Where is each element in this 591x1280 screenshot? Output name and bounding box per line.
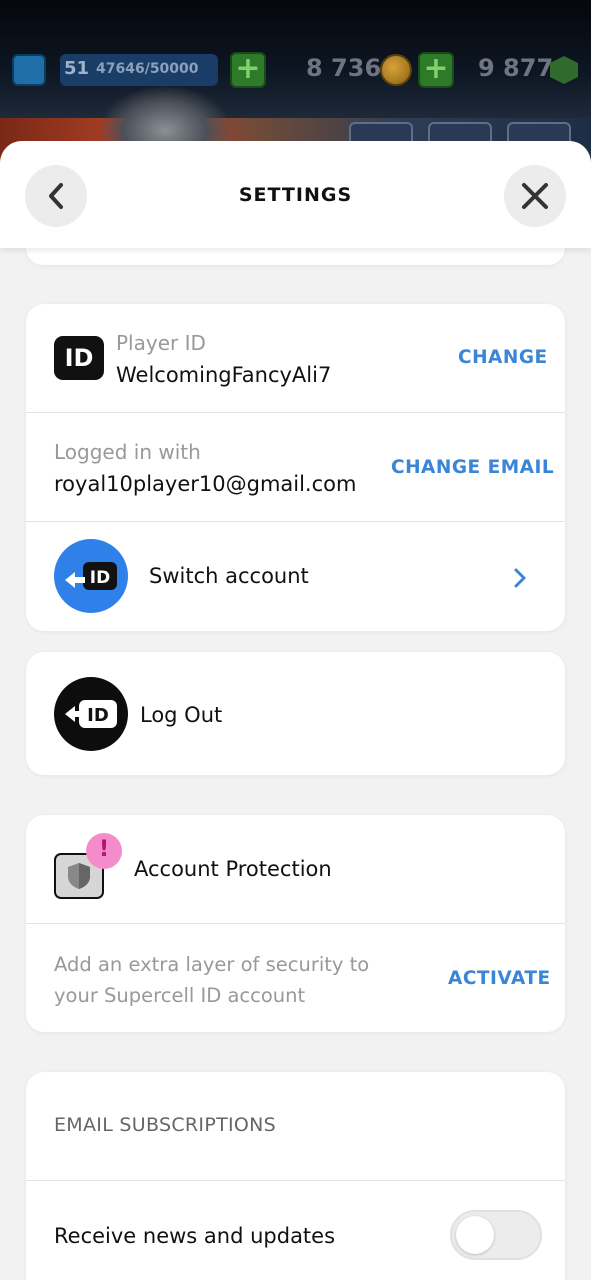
switch-account-icon: ID — [54, 539, 128, 613]
toggle-knob — [456, 1216, 494, 1254]
add-xp-plus-icon: + — [230, 52, 266, 88]
email-subscriptions-card: EMAIL SUBSCRIPTIONS Receive news and upd… — [26, 1072, 565, 1280]
logout-icon: ID — [54, 677, 128, 751]
news-updates-toggle[interactable] — [450, 1210, 542, 1260]
change-email-button[interactable]: CHANGE EMAIL — [391, 457, 554, 478]
protection-description-line2: your Supercell ID account — [54, 984, 306, 1007]
news-updates-label: Receive news and updates — [54, 1224, 336, 1248]
activate-button[interactable]: ACTIVATE — [448, 968, 551, 989]
news-updates-row: Receive news and updates — [26, 1181, 565, 1280]
switch-arrows-icon: ID — [65, 562, 117, 590]
account-card: ID Player ID WelcomingFancyAli7 CHANGE L… — [26, 304, 565, 631]
warning-badge: ! — [86, 833, 122, 869]
supercell-id-icon: ID — [54, 336, 104, 380]
account-protection-title: Account Protection — [134, 857, 332, 881]
settings-sheet: SETTINGS ID Player ID WelcomingFancyAli7… — [0, 141, 591, 1280]
email-subscriptions-heading: EMAIL SUBSCRIPTIONS — [54, 1114, 277, 1136]
logout-label: Log Out — [140, 703, 223, 727]
switch-account-row[interactable]: ID Switch account — [26, 522, 565, 631]
close-icon — [522, 183, 548, 209]
gems-amount: 9 877 — [478, 54, 554, 82]
xp-value: 47646/50000 — [96, 61, 199, 77]
player-id-label: Player ID — [116, 331, 206, 355]
page-title: SETTINGS — [238, 184, 353, 206]
gold-amount: 8 736 — [306, 54, 382, 82]
gold-coin-icon — [380, 54, 412, 86]
login-email-row: Logged in with royal10player10@gmail.com… — [26, 413, 565, 521]
login-email-value: royal10player10@gmail.com — [54, 472, 357, 496]
settings-header: SETTINGS — [0, 141, 591, 248]
xp-star-icon — [12, 54, 46, 86]
player-id-value: WelcomingFancyAli7 — [116, 363, 332, 387]
svg-text:ID: ID — [87, 705, 109, 726]
gem-icon — [550, 56, 578, 84]
protection-description-line1: Add an extra layer of security to — [54, 953, 370, 976]
add-gold-plus-icon: + — [418, 52, 454, 88]
account-protection-card: ! Account Protection Add an extra layer … — [26, 815, 565, 1032]
level-bar: 51 47646/50000 — [60, 54, 218, 86]
protection-title-row: ! Account Protection — [26, 815, 565, 923]
close-button[interactable] — [504, 165, 566, 227]
svg-text:ID: ID — [90, 568, 110, 588]
switch-account-label: Switch account — [149, 564, 309, 588]
logout-arrow-icon: ID — [65, 700, 117, 728]
game-hud: 51 47646/50000 + 8 736 + 9 877 — [0, 50, 591, 92]
chevron-right-icon — [514, 568, 526, 588]
logout-card[interactable]: ID Log Out — [26, 652, 565, 775]
level-value: 51 — [64, 58, 90, 79]
game-background: 51 47646/50000 + 8 736 + 9 877 — [0, 0, 591, 160]
logged-in-label: Logged in with — [54, 440, 201, 464]
protection-activate-row: Add an extra layer of security to your S… — [26, 924, 565, 1032]
player-id-row: ID Player ID WelcomingFancyAli7 CHANGE — [26, 304, 565, 412]
change-player-id-button[interactable]: CHANGE — [458, 347, 548, 368]
